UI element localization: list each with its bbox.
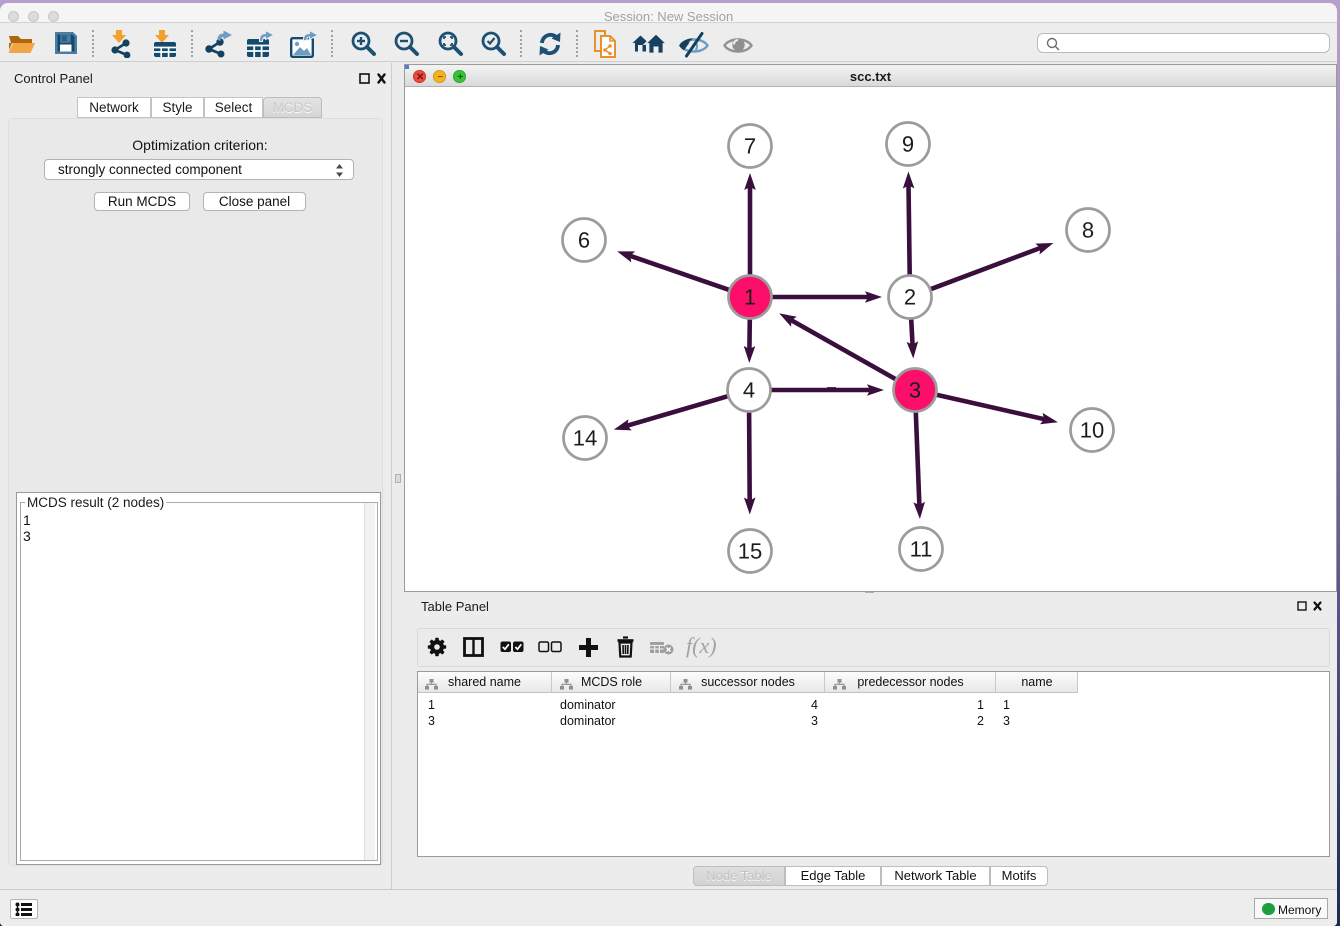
svg-text:3: 3 (909, 377, 921, 402)
svg-text:10: 10 (1080, 417, 1105, 442)
svg-text:2: 2 (904, 284, 916, 309)
svg-text:1: 1 (744, 284, 756, 309)
svg-text:14: 14 (573, 425, 598, 450)
svg-text:4: 4 (743, 377, 755, 402)
svg-text:8: 8 (1082, 217, 1094, 242)
svg-text:11: 11 (910, 536, 933, 561)
svg-text:9: 9 (902, 131, 914, 156)
svg-text:15: 15 (738, 538, 763, 563)
svg-text:6: 6 (578, 227, 590, 252)
svg-text:7: 7 (744, 133, 756, 158)
